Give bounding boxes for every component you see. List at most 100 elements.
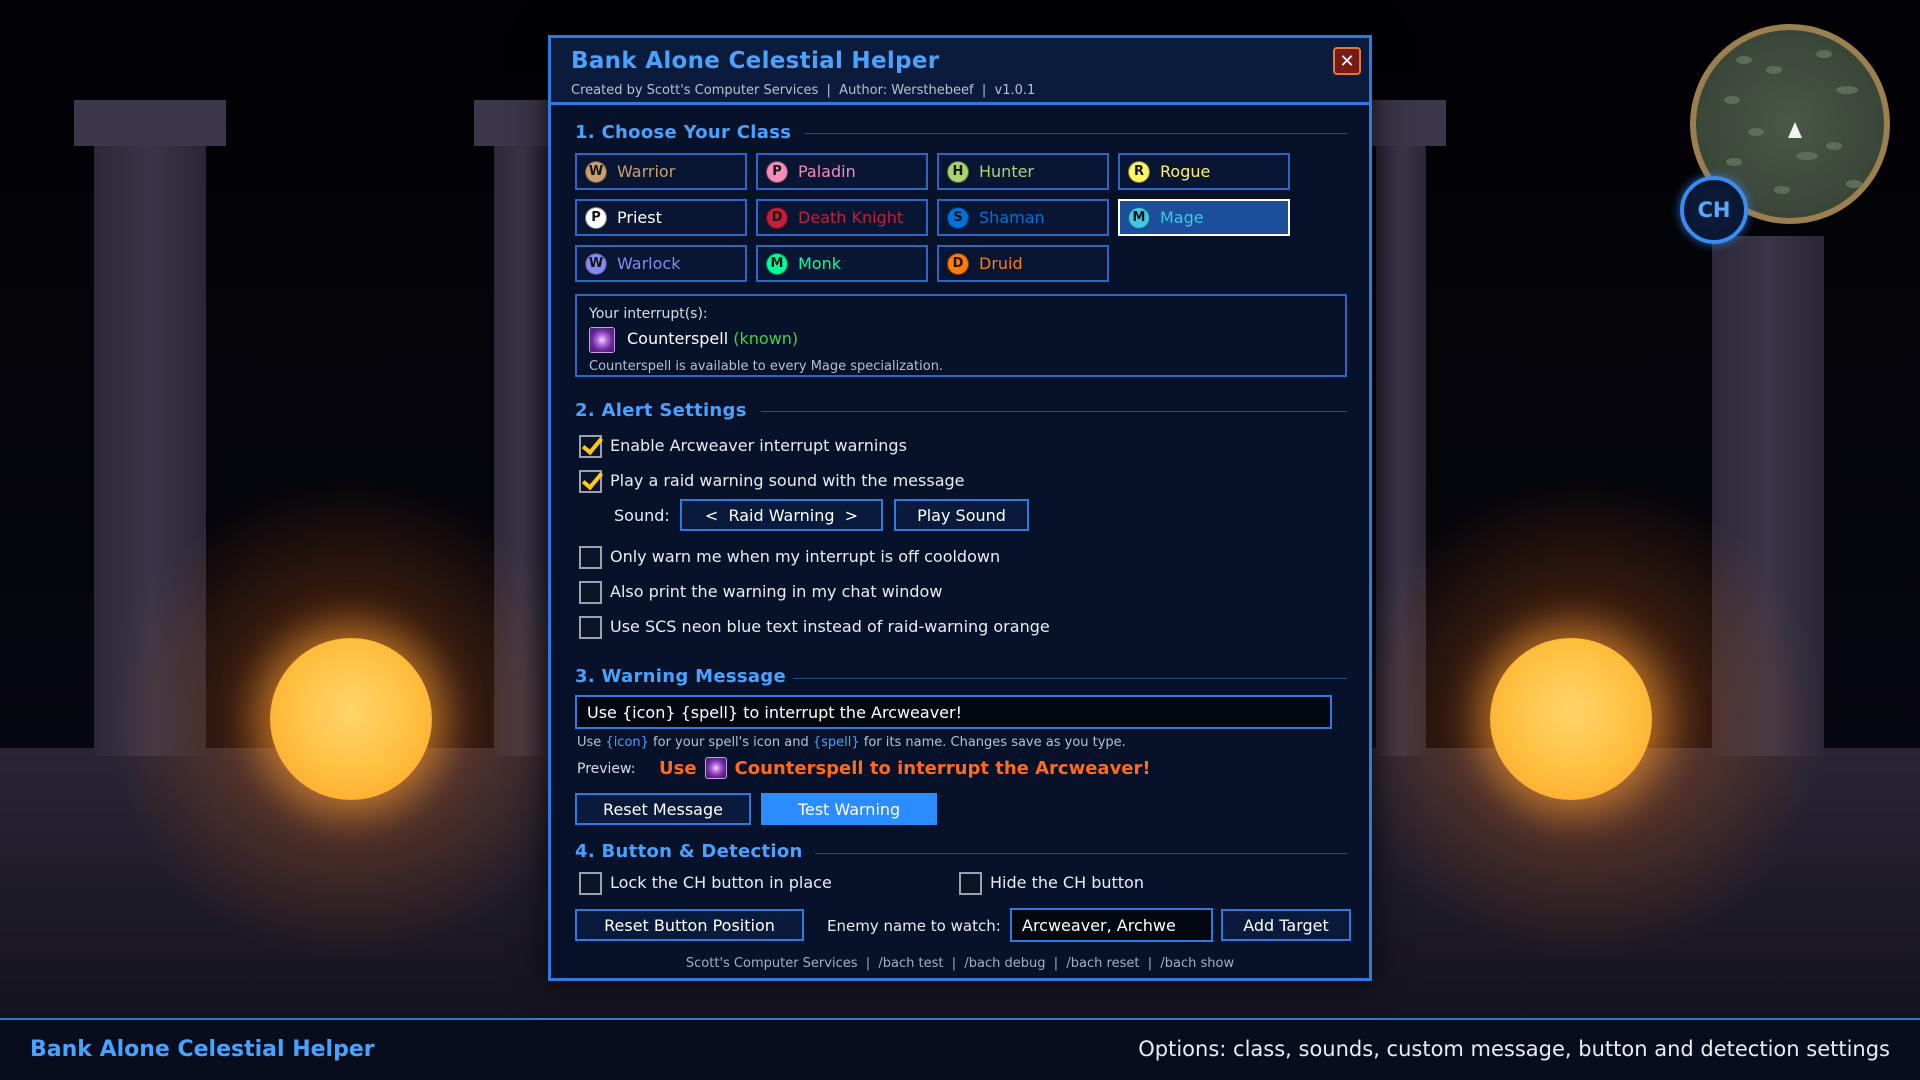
section-divider: [815, 853, 1347, 854]
class-name-label: Hunter: [979, 162, 1035, 181]
class-button-druid[interactable]: D Druid: [937, 245, 1109, 282]
ch-minimap-button[interactable]: CH: [1680, 176, 1748, 244]
interrupt-spell: Counterspell (known): [627, 329, 798, 348]
class-letter-icon: P: [585, 206, 607, 229]
class-button-warlock[interactable]: W Warlock: [575, 245, 747, 282]
class-button-priest[interactable]: P Priest: [575, 199, 747, 236]
glowing-orb: [270, 638, 432, 800]
class-letter-icon: W: [585, 252, 607, 275]
dialog-title: Bank Alone Celestial Helper: [571, 48, 940, 74]
sound-selector[interactable]: < Raid Warning >: [680, 499, 883, 531]
dialog-subtitle: Created by Scott's Computer Services | A…: [571, 83, 1036, 98]
section-title-button: 4. Button & Detection: [575, 841, 803, 862]
class-button-death-knight[interactable]: D Death Knight: [756, 199, 928, 236]
enable-warnings-label: Enable Arcweaver interrupt warnings: [610, 436, 907, 455]
lock-button-checkbox[interactable]: [579, 872, 602, 895]
status-bar-title: Bank Alone Celestial Helper: [30, 1037, 375, 1062]
class-name-label: Rogue: [1160, 162, 1211, 181]
sound-label: Sound:: [614, 506, 670, 525]
section-title-class: 1. Choose Your Class: [575, 122, 792, 143]
class-button-hunter[interactable]: H Hunter: [937, 153, 1109, 190]
interrupt-label: Your interrupt(s):: [589, 306, 708, 322]
add-target-button[interactable]: Add Target: [1221, 909, 1351, 941]
pillar-capital: [474, 100, 554, 146]
reset-button-position-button[interactable]: Reset Button Position: [575, 909, 804, 941]
terrain-mark: [1816, 50, 1832, 58]
preview-text-post: Counterspell to interrupt the Arcweaver!: [734, 757, 1151, 779]
section-divider: [761, 411, 1347, 412]
class-name-label: Monk: [798, 254, 841, 273]
interrupt-info-box: Your interrupt(s): Counterspell (known) …: [575, 294, 1347, 377]
spell-name: Counterspell: [627, 329, 729, 348]
class-letter-icon: P: [766, 160, 788, 183]
class-letter-icon: R: [1128, 160, 1150, 183]
class-letter-icon: W: [585, 160, 607, 183]
class-button-rogue[interactable]: R Rogue: [1118, 153, 1290, 190]
warning-message-input[interactable]: Use {icon} {spell} to interrupt the Arcw…: [575, 695, 1332, 729]
hint-text: for your spell's icon and: [648, 735, 813, 750]
terrain-mark: [1846, 180, 1862, 188]
class-button-shaman[interactable]: S Shaman: [937, 199, 1109, 236]
class-name-label: Paladin: [798, 162, 856, 181]
hint-text: Use: [577, 735, 606, 750]
status-bar: Bank Alone Celestial Helper Options: cla…: [0, 1018, 1920, 1080]
terrain-mark: [1826, 142, 1842, 150]
enable-warnings-checkbox[interactable]: [579, 435, 602, 458]
message-hint: Use {icon} for your spell's icon and {sp…: [577, 735, 1126, 750]
class-name-label: Shaman: [979, 208, 1045, 227]
class-letter-icon: S: [947, 206, 969, 229]
class-button-warrior[interactable]: W Warrior: [575, 153, 747, 190]
hint-text: for its name. Changes save as you type.: [859, 735, 1126, 750]
terrain-mark: [1724, 96, 1740, 104]
class-button-paladin[interactable]: P Paladin: [756, 153, 928, 190]
hint-spell-token: {spell}: [812, 735, 860, 750]
terrain-mark: [1736, 56, 1752, 64]
class-name-label: Mage: [1160, 208, 1204, 227]
glowing-orb: [1490, 638, 1652, 800]
terrain-mark: [1766, 66, 1782, 74]
section-title-alert: 2. Alert Settings: [575, 400, 747, 421]
spell-known-status: (known): [733, 329, 799, 348]
print-chat-label: Also print the warning in my chat window: [610, 582, 943, 601]
counterspell-icon: [589, 327, 615, 353]
class-button-mage[interactable]: M Mage: [1118, 199, 1290, 236]
class-name-label: Death Knight: [798, 208, 904, 227]
section-divider: [805, 133, 1347, 134]
section-divider: [793, 678, 1347, 679]
hide-button-checkbox[interactable]: [959, 872, 982, 895]
terrain-mark: [1726, 158, 1742, 166]
neon-text-checkbox[interactable]: [579, 616, 602, 639]
close-button[interactable]: ✕: [1333, 47, 1361, 75]
cooldown-only-checkbox[interactable]: [579, 546, 602, 569]
dialog-footer: Scott's Computer Services | /bach test |…: [685, 956, 1235, 971]
warning-preview: Use Counterspell to interrupt the Arcwea…: [659, 757, 1151, 779]
counterspell-icon: [704, 757, 727, 779]
dialog-header[interactable]: Bank Alone Celestial Helper Created by S…: [551, 38, 1369, 105]
class-letter-icon: M: [1128, 206, 1150, 229]
cooldown-only-label: Only warn me when my interrupt is off co…: [610, 547, 1001, 566]
test-warning-button[interactable]: Test Warning: [761, 793, 937, 825]
close-icon: ✕: [1339, 50, 1355, 72]
terrain-mark: [1748, 128, 1764, 136]
class-name-label: Warlock: [617, 254, 681, 273]
class-letter-icon: D: [766, 206, 788, 229]
reset-message-button[interactable]: Reset Message: [575, 793, 751, 825]
play-sound-button[interactable]: Play Sound: [894, 499, 1029, 531]
pillar-capital: [74, 100, 226, 146]
preview-text-pre: Use: [659, 757, 697, 779]
class-name-label: Druid: [979, 254, 1023, 273]
interrupt-note: Counterspell is available to every Mage …: [589, 359, 944, 374]
print-chat-checkbox[interactable]: [579, 581, 602, 604]
enemy-name-input[interactable]: Arcweaver, Archwe: [1010, 908, 1213, 942]
play-sound-checkbox[interactable]: [579, 470, 602, 493]
class-button-monk[interactable]: M Monk: [756, 245, 928, 282]
pillar-capital: [1370, 100, 1446, 146]
section-title-message: 3. Warning Message: [575, 666, 787, 687]
options-dialog: Bank Alone Celestial Helper Created by S…: [548, 35, 1372, 981]
preview-label: Preview:: [577, 761, 636, 777]
class-name-label: Warrior: [617, 162, 676, 181]
terrain-mark: [1796, 152, 1818, 160]
class-letter-icon: M: [766, 252, 788, 275]
terrain-mark: [1836, 86, 1858, 94]
lock-button-label: Lock the CH button in place: [610, 873, 832, 892]
